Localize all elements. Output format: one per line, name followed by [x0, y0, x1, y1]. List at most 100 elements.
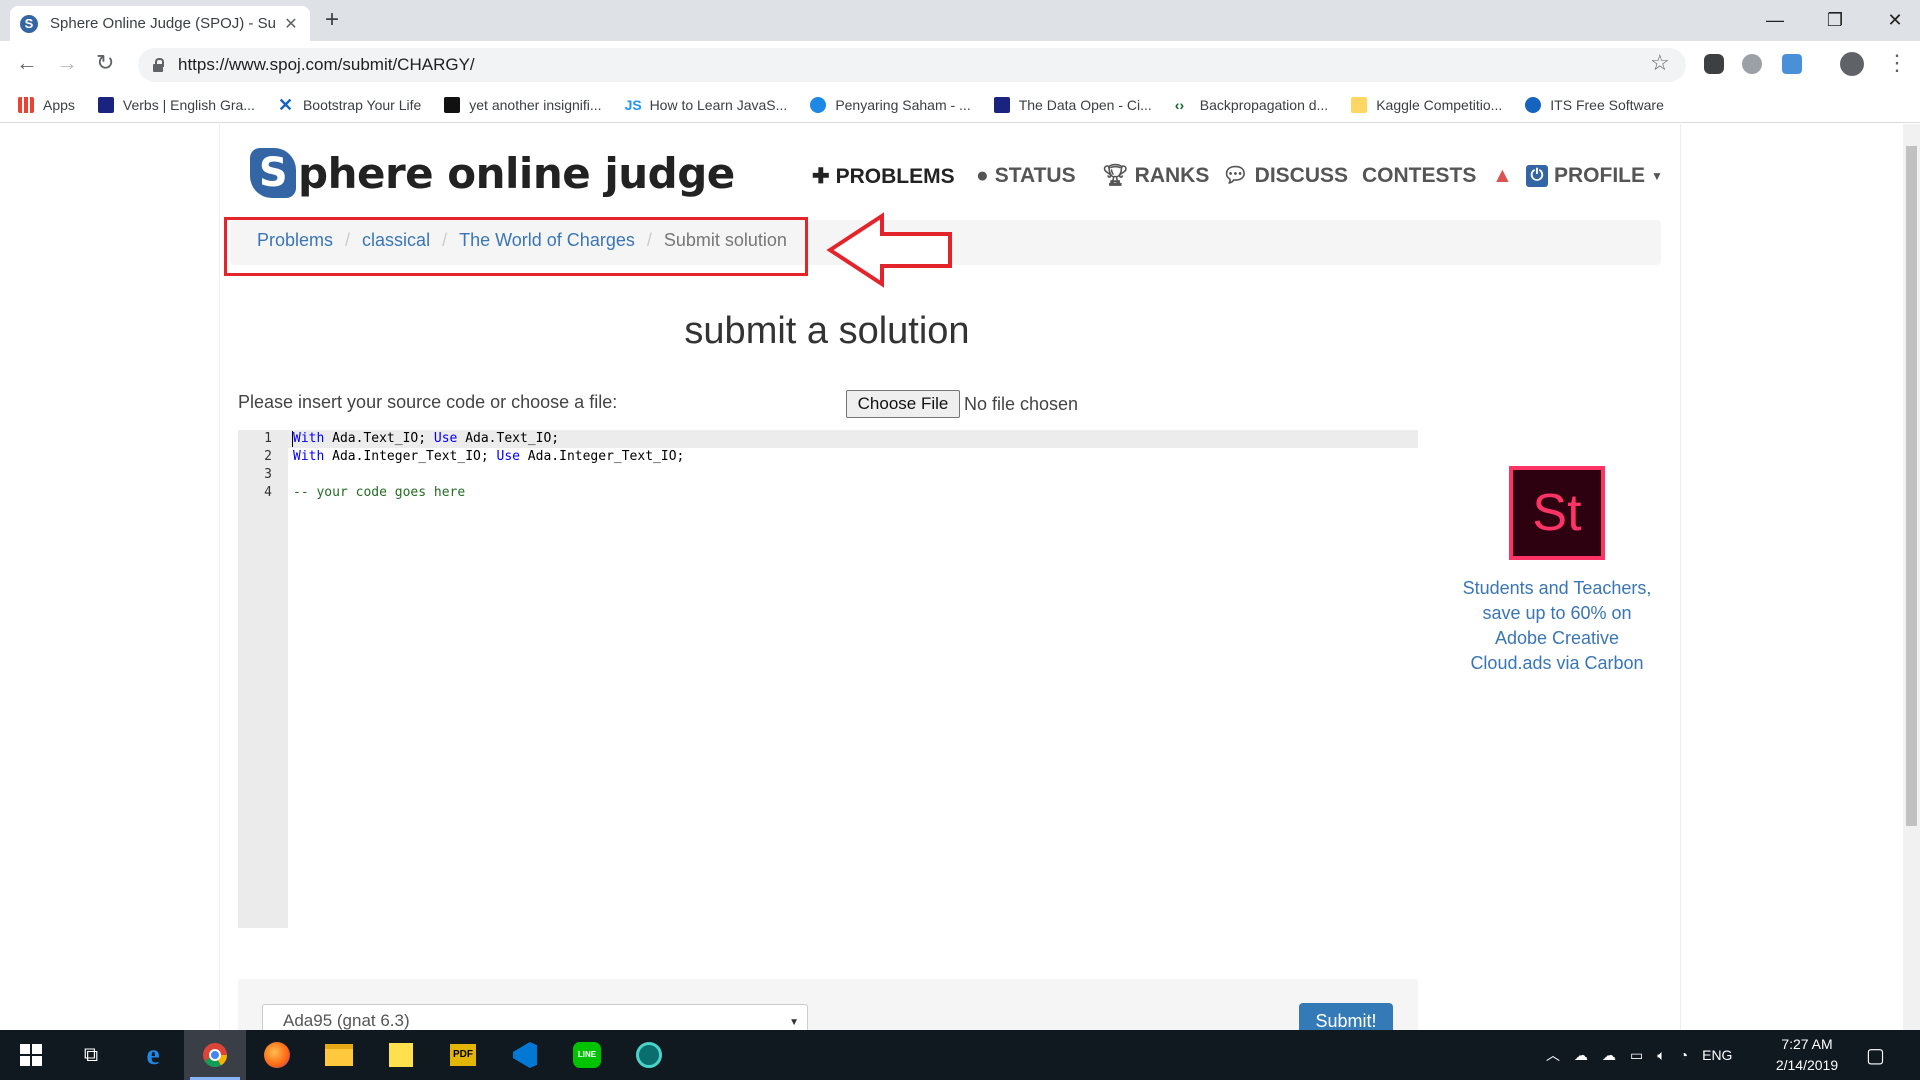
apps-grid-icon	[18, 96, 34, 113]
bookmark-item[interactable]: yet another insignifi...	[444, 96, 602, 113]
notifications-icon[interactable]: ▢	[1866, 1030, 1885, 1080]
address-bar[interactable]: https://www.spoj.com/submit/CHARGY/	[138, 48, 1686, 82]
clock-date: 2/14/2019	[1775, 1057, 1839, 1073]
bookmark-star-icon[interactable]: ☆	[1650, 50, 1670, 76]
submit-button[interactable]: Submit!	[1299, 1003, 1393, 1030]
comments-icon: 💬︎	[1222, 164, 1249, 187]
choose-file-button[interactable]: Choose File	[846, 390, 960, 418]
firefox-icon[interactable]	[246, 1030, 308, 1080]
line-number: 3	[264, 467, 272, 482]
puzzle-icon: ✚	[812, 165, 830, 188]
avatar[interactable]	[1840, 52, 1864, 76]
volume-icon[interactable]: 🔈︎	[1657, 1047, 1665, 1064]
code-editor[interactable]: 1 2 3 4 With Ada.Text_IO; Use Ada.Text_I…	[238, 430, 1418, 928]
bookmark-item[interactable]: ✕ Bootstrap Your Life	[277, 94, 421, 115]
page-scrollbar[interactable]	[1903, 124, 1920, 1030]
chevron-up-icon[interactable]: ︿	[1546, 1045, 1560, 1065]
bookmark-item[interactable]: Verbs | English Gra...	[97, 96, 255, 113]
bookmark-item[interactable]: Kaggle Competitio...	[1351, 96, 1502, 113]
carbon-ad[interactable]: St Students and Teachers, save up to 60%…	[1462, 466, 1652, 676]
site-logo[interactable]: S phere online judge	[250, 148, 735, 198]
nav-status[interactable]: ● STATUS	[976, 164, 1076, 188]
clock-time: 7:27 AM	[1781, 1036, 1833, 1052]
tab-title: Sphere Online Judge (SPOJ) - Su	[50, 15, 276, 32]
file-explorer-icon[interactable]	[308, 1030, 370, 1080]
vscode-icon[interactable]	[494, 1030, 556, 1080]
circle-icon: ●	[976, 164, 989, 187]
browser-tab[interactable]: S Sphere Online Judge (SPOJ) - Su ✕	[10, 6, 310, 41]
nav-ranks[interactable]: 🏆︎ RANKS	[1102, 164, 1209, 188]
folder-icon	[1351, 96, 1368, 113]
logo-s-badge: S	[250, 148, 296, 198]
cloud-icon	[810, 96, 827, 113]
source-prompt: Please insert your source code or choose…	[238, 392, 618, 412]
window-close-icon[interactable]: ✕	[1865, 0, 1920, 41]
annotation-highlight-box	[224, 217, 808, 276]
new-tab-button[interactable]: +	[325, 8, 339, 32]
line-number: 4	[264, 485, 272, 500]
back-icon[interactable]: ←	[16, 50, 38, 76]
edge-icon[interactable]: e	[122, 1030, 184, 1080]
x-icon: ✕	[277, 94, 294, 115]
bookmark-item[interactable]: The Data Open - Ci...	[993, 96, 1152, 113]
shield-icon[interactable]	[1742, 54, 1762, 74]
bookmark-item[interactable]: Penyaring Saham - ...	[810, 96, 971, 113]
tray-icons[interactable]: ︿ ☁ ☁ ▭ 🔈︎ ◔ ENG	[1546, 1030, 1732, 1080]
bookmark-item[interactable]: ITS Free Software	[1525, 96, 1664, 113]
reload-icon[interactable]: ↻	[96, 50, 114, 76]
page-viewport: S phere online judge ✚ PROBLEMS ● STATUS 🏆…	[0, 124, 1920, 1030]
translate-icon[interactable]	[1782, 54, 1802, 74]
task-view-icon[interactable]: ⧉	[60, 1030, 122, 1080]
caret-down-icon: ▼	[1651, 169, 1663, 183]
nav-contests[interactable]: CONTESTS	[1362, 164, 1476, 188]
bookmark-item[interactable]: JS How to Learn JavaS...	[625, 97, 788, 113]
battery-icon[interactable]: ▭	[1630, 1047, 1643, 1064]
language-indicator[interactable]: ENG	[1702, 1047, 1732, 1063]
nav-problems[interactable]: ✚ PROBLEMS	[812, 164, 955, 189]
bookmark-item[interactable]: ‹› Backpropagation d...	[1175, 97, 1328, 113]
file-status: No file chosen	[964, 394, 1079, 414]
code-line: With Ada.Integer_Text_IO; Use Ada.Intege…	[293, 449, 685, 464]
bookmarks-bar: Apps Verbs | English Gra... ✕ Bootstrap Y…	[0, 87, 1920, 123]
nav-profile[interactable]: ⏻ PROFILE ▼	[1526, 164, 1663, 188]
wifi-icon[interactable]: ◔	[1680, 1047, 1688, 1063]
line-app-icon[interactable]: LINE	[556, 1030, 618, 1080]
js-icon: JS	[624, 96, 642, 113]
line-number: 1	[264, 431, 272, 446]
gitkraken-icon[interactable]	[618, 1030, 680, 1080]
forward-icon[interactable]: →	[56, 50, 78, 76]
ad-text[interactable]: Students and Teachers, save up to 60% on…	[1462, 576, 1652, 676]
restore-icon[interactable]: ❐	[1805, 0, 1865, 41]
bookmark-item[interactable]: Apps	[18, 96, 75, 113]
flag-icon	[993, 96, 1010, 113]
menu-kebab-icon[interactable]: ⋮	[1886, 50, 1908, 76]
cloud-sync-icon[interactable]: ☁	[1602, 1047, 1616, 1064]
onedrive-icon[interactable]: ☁	[1574, 1047, 1588, 1064]
sticky-notes-icon[interactable]	[370, 1030, 432, 1080]
minimize-icon[interactable]: —	[1745, 0, 1805, 41]
url-text: https://www.spoj.com/submit/CHARGY/	[178, 55, 475, 74]
trophy-icon: 🏆︎	[1102, 164, 1129, 187]
pocket-icon[interactable]	[1704, 54, 1724, 74]
page-title: submit a solution	[684, 310, 970, 352]
code-icon: ‹›	[1174, 96, 1185, 113]
pdf-icon[interactable]: PDF	[432, 1030, 494, 1080]
close-tab-icon[interactable]: ✕	[282, 14, 300, 34]
warning-icon[interactable]: ▲	[1492, 164, 1513, 188]
text-cursor	[292, 431, 293, 447]
line-number-gutter	[238, 430, 288, 928]
adobe-stock-logo: St	[1509, 466, 1605, 560]
nav-discuss[interactable]: 💬︎ DISCUSS	[1222, 164, 1348, 188]
system-clock[interactable]: 7:27 AM 2/14/2019	[1762, 1034, 1852, 1076]
windows-start-icon[interactable]	[0, 1030, 62, 1080]
line-number: 2	[264, 449, 272, 464]
code-comment: -- your code goes here	[293, 485, 466, 500]
annotation-arrow-icon	[826, 212, 952, 288]
scrollbar-thumb[interactable]	[1906, 146, 1917, 826]
lock-icon	[152, 58, 164, 72]
power-icon: ⏻	[1526, 165, 1548, 187]
spoj-favicon-icon: S	[20, 14, 38, 33]
chrome-taskbar-icon[interactable]	[184, 1030, 246, 1080]
language-select[interactable]: Ada95 (gnat 6.3) ▼	[262, 1004, 808, 1030]
ef-icon	[97, 96, 114, 113]
